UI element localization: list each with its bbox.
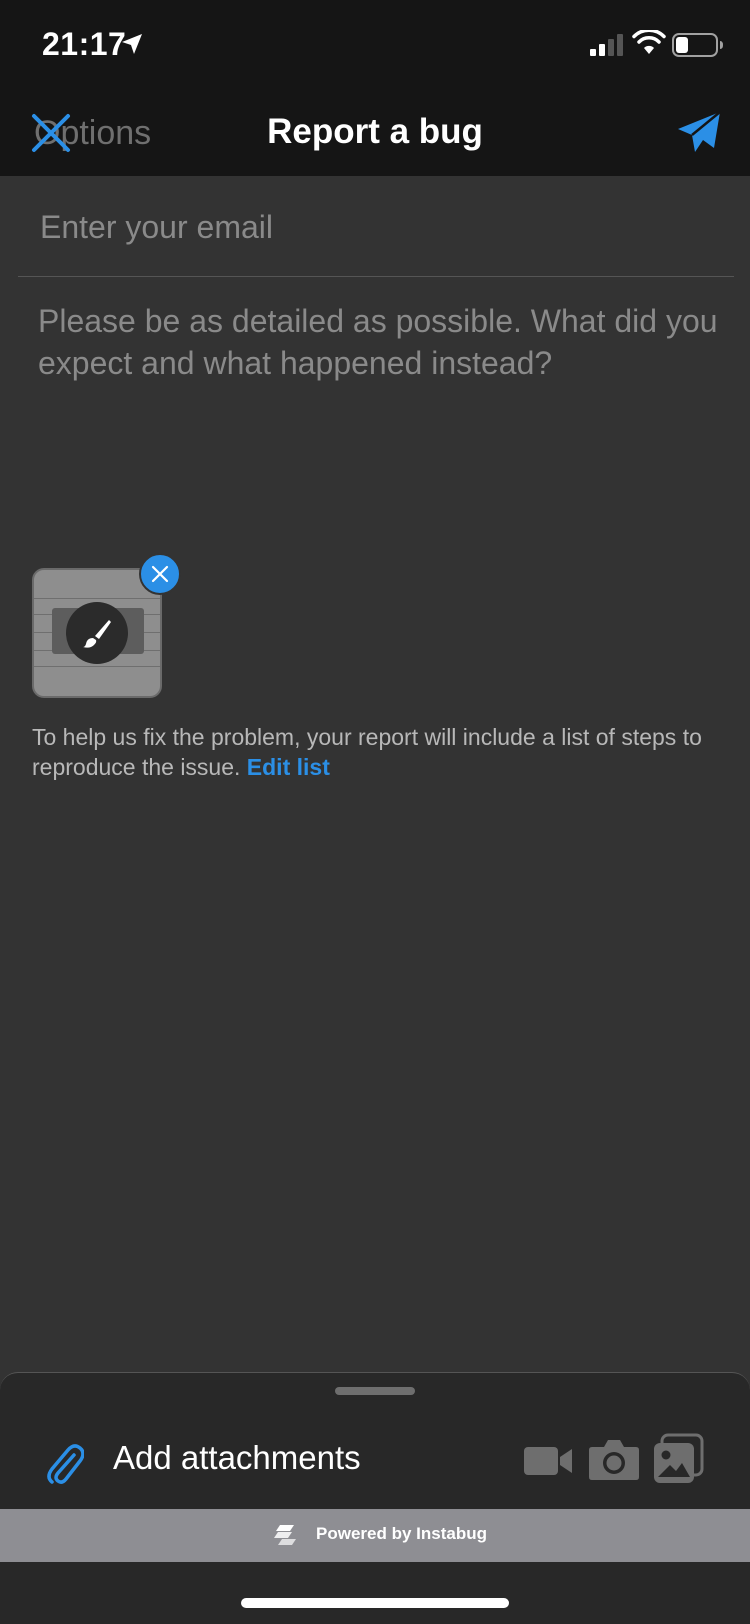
powered-by-text[interactable]: Powered by Instabug [316,1524,487,1544]
location-arrow-icon [122,34,142,54]
status-bar: 21:17 [0,0,750,92]
thumbnail-line [34,666,160,667]
email-input[interactable] [38,204,702,250]
powered-by-bar: Powered by Instabug [0,1509,750,1562]
brush-icon [83,620,111,648]
edit-annotation-button[interactable] [66,602,128,664]
navigation-bar: Options Report a bug [0,92,750,176]
home-area [0,1562,750,1624]
remove-attachment-button[interactable] [139,553,181,595]
video-camera-icon[interactable] [524,1443,574,1479]
edit-list-link[interactable]: Edit list [247,754,330,780]
page-title: Report a bug [267,112,483,151]
wifi-icon [632,30,666,54]
attachments-sheet: Add attachments [0,1372,750,1510]
paperclip-icon [47,1444,84,1484]
status-time: 21:17 [42,26,127,62]
email-field [18,176,734,277]
gallery-icon[interactable] [652,1433,704,1485]
instabug-logo-icon [274,1525,296,1545]
add-attachments-label[interactable]: Add attachments [113,1439,361,1477]
repro-steps-text: To help us fix the problem, your report … [32,724,702,780]
cellular-signal-icon [590,34,623,56]
camera-icon[interactable] [588,1437,640,1481]
close-icon [151,565,169,583]
screenshot-thumbnail[interactable] [32,568,162,698]
sheet-grabber[interactable] [335,1387,415,1395]
home-indicator[interactable] [241,1598,509,1608]
send-icon[interactable] [676,110,722,156]
thumbnail-line [34,598,160,599]
battery-icon [672,33,723,57]
repro-steps-note: To help us fix the problem, your report … [32,722,722,782]
description-input[interactable] [38,300,718,520]
